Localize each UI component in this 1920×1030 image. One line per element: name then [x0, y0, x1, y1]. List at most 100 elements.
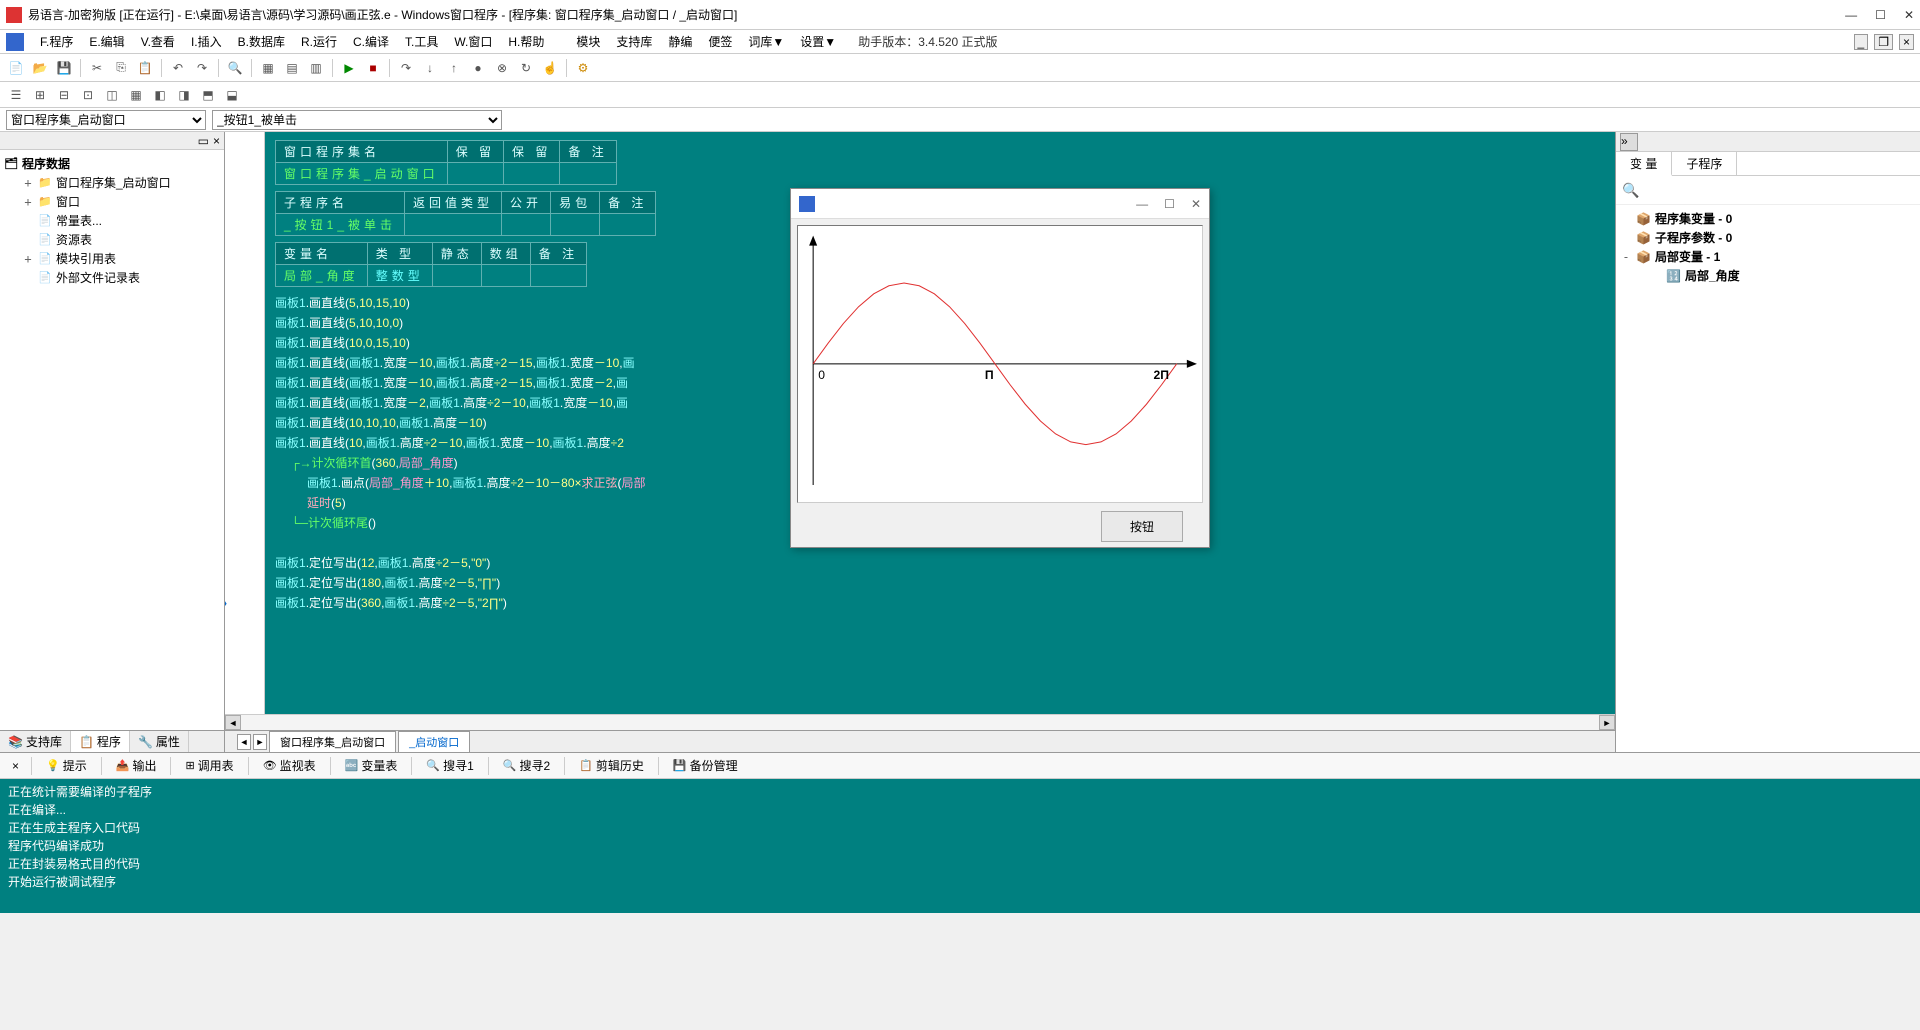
- tree-item[interactable]: 📄资源表: [4, 230, 220, 249]
- layout2-button[interactable]: ▤: [282, 58, 302, 78]
- stepover-button[interactable]: ↷: [396, 58, 416, 78]
- pin-icon[interactable]: »: [1620, 133, 1638, 151]
- mdi-minimize-button[interactable]: _: [1854, 34, 1869, 50]
- menu-program[interactable]: F.程序: [34, 31, 79, 52]
- tb2-8[interactable]: ◨: [174, 85, 194, 105]
- var-item[interactable]: 🔢局部_角度: [1620, 266, 1916, 285]
- undo-button[interactable]: ↶: [168, 58, 188, 78]
- preview-maximize-button[interactable]: ☐: [1164, 197, 1175, 211]
- menu-window[interactable]: W.窗口: [448, 31, 498, 52]
- sub-dropdown[interactable]: _按钮1_被单击: [212, 110, 502, 130]
- btab-vartable[interactable]: 🔤变量表: [337, 754, 406, 777]
- menu-support[interactable]: 支持库: [610, 31, 658, 52]
- compile-button[interactable]: ⚙: [573, 58, 593, 78]
- preview-minimize-button[interactable]: —: [1136, 197, 1148, 211]
- copy-button[interactable]: ⎘: [111, 58, 131, 78]
- rtab-variables[interactable]: 变 量: [1616, 152, 1672, 176]
- menu-notes[interactable]: 便签: [702, 31, 738, 52]
- tb2-10[interactable]: ⬓: [222, 85, 242, 105]
- search-input[interactable]: [1620, 180, 1916, 200]
- scope-dropdown[interactable]: 窗口程序集_启动窗口: [6, 110, 206, 130]
- scroll-right-icon[interactable]: ►: [1599, 715, 1615, 730]
- continue-button[interactable]: ↻: [516, 58, 536, 78]
- find-button[interactable]: 🔍: [225, 58, 245, 78]
- menu-view[interactable]: V.查看: [135, 31, 181, 52]
- preview-close-button[interactable]: ✕: [1191, 197, 1201, 211]
- menu-run[interactable]: R.运行: [295, 31, 343, 52]
- panel-close-icon[interactable]: ×: [213, 134, 220, 148]
- btab-search1[interactable]: 🔍搜寻1: [418, 754, 481, 777]
- tb2-1[interactable]: ☰: [6, 85, 26, 105]
- redo-button[interactable]: ↷: [192, 58, 212, 78]
- btab-tip[interactable]: 💡提示: [38, 754, 95, 777]
- menu-edit[interactable]: E.编辑: [83, 31, 130, 52]
- stepinto-button[interactable]: ↓: [420, 58, 440, 78]
- menu-help[interactable]: H.帮助: [502, 31, 550, 52]
- btab-watch[interactable]: 👁监视表: [255, 754, 324, 777]
- btab-calltable[interactable]: ⊞调用表: [177, 754, 241, 777]
- stepout-button[interactable]: ↑: [444, 58, 464, 78]
- preview-titlebar[interactable]: — ☐ ✕: [791, 189, 1209, 219]
- tab-property[interactable]: 🔧属性: [130, 731, 189, 752]
- tab-support[interactable]: 📚支持库: [0, 731, 71, 752]
- tree-item[interactable]: 📄常量表...: [4, 211, 220, 230]
- cursor-button[interactable]: ☝: [540, 58, 560, 78]
- mdi-restore-button[interactable]: ❐: [1874, 34, 1893, 50]
- open-button[interactable]: 📂: [30, 58, 50, 78]
- cut-button[interactable]: ✂: [87, 58, 107, 78]
- tree-item[interactable]: +📁窗口程序集_启动窗口: [4, 173, 220, 192]
- tb2-5[interactable]: ◫: [102, 85, 122, 105]
- new-button[interactable]: 📄: [6, 58, 26, 78]
- tab-scroll-left[interactable]: ◄: [237, 734, 251, 750]
- breakpoint-button[interactable]: ●: [468, 58, 488, 78]
- editor-hscroll[interactable]: ◄ ►: [225, 714, 1615, 730]
- tb2-9[interactable]: ⬒: [198, 85, 218, 105]
- menu-database[interactable]: B.数据库: [232, 31, 291, 52]
- running-preview-window[interactable]: — ☐ ✕ 0 Π 2Π 按钮: [790, 188, 1210, 548]
- run-button[interactable]: ▶: [339, 58, 359, 78]
- layout3-button[interactable]: ▥: [306, 58, 326, 78]
- tb2-7[interactable]: ◧: [150, 85, 170, 105]
- mdi-close-button[interactable]: ×: [1899, 34, 1914, 50]
- rtab-subs[interactable]: 子程序: [1672, 152, 1737, 175]
- output-text[interactable]: 正在统计需要编译的子程序正在编译...正在生成主程序入口代码程序代码编译成功正在…: [0, 779, 1920, 913]
- menu-insert[interactable]: I.插入: [185, 31, 228, 52]
- tree-item[interactable]: 📄外部文件记录表: [4, 268, 220, 287]
- tab-scroll-right[interactable]: ►: [253, 734, 267, 750]
- tab-program[interactable]: 📋程序: [71, 731, 130, 752]
- tree-root[interactable]: 🗂 程序数据: [4, 154, 220, 173]
- menu-dict[interactable]: 词库▼: [742, 31, 790, 52]
- btab-clip[interactable]: 📋剪辑历史: [571, 754, 652, 777]
- var-item[interactable]: -📦局部变量 - 1: [1620, 247, 1916, 266]
- tb2-6[interactable]: ▦: [126, 85, 146, 105]
- tb2-2[interactable]: ⊞: [30, 85, 50, 105]
- close-button[interactable]: ✕: [1904, 8, 1914, 22]
- var-item[interactable]: 📦程序集变量 - 0: [1620, 209, 1916, 228]
- output-close-icon[interactable]: ×: [6, 759, 25, 773]
- menu-tools[interactable]: T.工具: [399, 31, 444, 52]
- editor-tab-assembly[interactable]: 窗口程序集_启动窗口: [269, 731, 396, 752]
- scroll-left-icon[interactable]: ◄: [225, 715, 241, 730]
- tree-item[interactable]: +📁窗口: [4, 192, 220, 211]
- paste-button[interactable]: 📋: [135, 58, 155, 78]
- menu-module[interactable]: 模块: [570, 31, 606, 52]
- panel-pin-icon[interactable]: ▭: [198, 134, 209, 148]
- preview-action-button[interactable]: 按钮: [1101, 511, 1183, 542]
- maximize-button[interactable]: ☐: [1875, 8, 1886, 22]
- break-all-button[interactable]: ⊗: [492, 58, 512, 78]
- menu-static[interactable]: 静编: [662, 31, 698, 52]
- tb2-3[interactable]: ⊟: [54, 85, 74, 105]
- tb2-4[interactable]: ⊡: [78, 85, 98, 105]
- editor-tab-window[interactable]: _启动窗口: [398, 731, 470, 752]
- btab-search2[interactable]: 🔍搜寻2: [495, 754, 558, 777]
- save-button[interactable]: 💾: [54, 58, 74, 78]
- menu-compile[interactable]: C.编译: [347, 31, 395, 52]
- minimize-button[interactable]: —: [1845, 8, 1857, 22]
- layout1-button[interactable]: ▦: [258, 58, 278, 78]
- tree-item[interactable]: +📄模块引用表: [4, 249, 220, 268]
- btab-backup[interactable]: 💾备份管理: [665, 754, 746, 777]
- var-item[interactable]: 📦子程序参数 - 0: [1620, 228, 1916, 247]
- menu-settings[interactable]: 设置▼: [794, 31, 842, 52]
- stop-button[interactable]: ■: [363, 58, 383, 78]
- btab-output[interactable]: 📤输出: [108, 754, 165, 777]
